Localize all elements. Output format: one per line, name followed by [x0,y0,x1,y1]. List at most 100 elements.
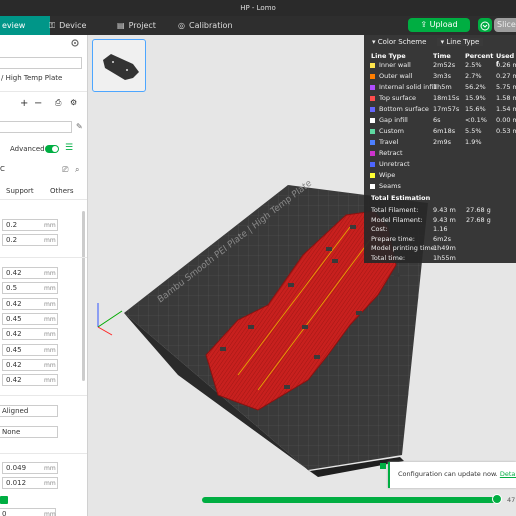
app-window: HP - Lomo eview ⚿ Device ▤ Project ◎ Calibr… [0,0,516,516]
list-icon[interactable]: ☰ [65,143,73,153]
value-field-text: 0.5 [6,284,18,293]
printer-select[interactable] [0,57,82,69]
tab-calibration-label: Calibration [188,21,233,30]
calibration-icon: ◎ [178,21,185,30]
legend-percent: 2.7% [465,72,482,80]
add-icon[interactable]: + [20,98,28,109]
legend-row[interactable]: Retract [364,149,516,160]
scrollbar[interactable] [82,211,85,381]
legend-row[interactable]: Travel 2m9s 1.9% [364,138,516,149]
value-field-text: 0.42 [6,376,22,385]
legend-used: 5.75 m [496,83,516,91]
slice-button[interactable]: Slice [494,18,516,32]
tab-calibration[interactable]: ◎ Calibration [178,16,233,35]
scheme-value: Line Type [446,38,480,46]
divider [0,453,87,454]
tab-support[interactable]: Support [6,187,34,195]
checkbox[interactable] [0,496,8,504]
tab-preview[interactable]: eview [0,16,50,35]
legend-time: 18m15s [433,94,460,102]
legend-row[interactable]: Bottom surface 17m57s 15.6% 1.54 m [364,105,516,116]
tab-device[interactable]: ⚿ Device [49,16,86,35]
value-field-text: 0.2 [6,236,18,244]
legend-name: Retract [379,149,403,157]
legend-row[interactable]: Wipe [364,171,516,182]
legend-percent: 56.2% [465,83,486,91]
filament-select[interactable] [0,121,72,133]
unit-label: mm [44,315,56,323]
legend-name: Seams [379,182,401,190]
unit-label: mm [44,300,56,308]
legend-used: 1.54 m [496,105,516,113]
estimation-value: 1.16 [433,225,448,234]
legend-swatch [370,140,375,145]
legend-row[interactable]: Outer wall 3m3s 2.7% 0.27 m [364,72,516,83]
estimation-key: Prepare time: [371,234,415,243]
seam-position-select[interactable]: Aligned [0,405,58,417]
col-line-type: Line Type [371,52,406,60]
upload-button[interactable]: ⇪ Upload [408,18,470,32]
legend-swatch [370,96,375,101]
estimation-row: Prepare time: 6m2s [371,235,516,245]
value-field-text: 0.012 [6,479,27,487]
unit-label: mm [44,361,56,369]
legend-row[interactable]: Inner wall 2m52s 2.5% 0.26 m [364,61,516,72]
unit-label: mm [44,222,56,229]
color-scheme-label: Color Scheme [377,38,427,46]
left-settings-panel: / High Temp Plate + − ⎙ ⚙ ✎ Advanced ☰ C… [0,35,88,516]
tab-project[interactable]: ▤ Project [117,16,156,35]
estimation-value: 9.43 m [433,206,456,214]
scarf-seam-value: None [2,428,21,436]
sync-icon[interactable]: ⎙ [55,98,61,108]
divider [0,199,87,200]
legend-row[interactable]: Unretract [364,160,516,171]
scheme-select[interactable]: ▾ Line Type [436,38,484,46]
estimation-row: Cost: 1.16 [371,225,516,235]
col-time: Time [433,52,451,60]
save-icon[interactable]: ⎚ [62,165,68,175]
legend-row[interactable]: Gap infill 6s <0.1% 0.00 m [364,116,516,127]
axis-gizmo [97,303,123,336]
advanced-toggle[interactable] [45,145,59,153]
plate-type-value: / High Temp Plate [1,74,63,82]
plate-indicator [380,463,386,469]
settings-icon[interactable]: ⚙ [70,98,77,107]
value-field-text: 0.049 [6,464,27,472]
legend-swatch [370,107,375,112]
legend-row[interactable]: Top surface 18m15s 15.9% 1.58 m [364,94,516,105]
gear-icon[interactable] [70,38,80,48]
col-percent: Percent [465,52,494,60]
scarf-seam-select[interactable]: None [0,426,58,438]
estimation-value: 1h49m [433,244,456,253]
upload-dropdown-button[interactable] [478,18,492,32]
detail-link[interactable]: Detail [500,470,516,478]
unit-label: mm [44,346,56,354]
legend-time: 17m57s [433,105,460,113]
edit-icon[interactable]: ✎ [76,122,83,131]
legend-name: Top surface [379,94,417,102]
legend-row[interactable]: Seams [364,182,516,193]
plate-type-select[interactable]: / High Temp Plate [0,73,82,85]
estimation-value2: 27.68 g [466,206,491,214]
estimation-row: Total Filament: 9.43 m 27.68 g [371,206,516,216]
legend-percent: 2.5% [465,61,482,69]
legend-swatch [370,162,375,167]
device-icon: ⚿ [49,21,56,30]
legend-row[interactable]: Custom 6m18s 5.5% 0.53 m [364,127,516,138]
legend-time: 3m3s [433,72,451,80]
estimation-key: Cost: [371,225,388,234]
unit-label: mm [44,465,56,472]
tab-others[interactable]: Others [50,187,74,195]
legend-name: Bottom surface [379,105,429,113]
layer-slider-track[interactable] [202,497,498,503]
legend-percent: <0.1% [465,116,487,124]
estimation-key: Model printing time: [371,244,437,253]
remove-icon[interactable]: − [34,98,42,109]
search-icon[interactable]: ⌕ [75,165,79,175]
unit-label: mm [44,331,56,339]
legend-name: Wipe [379,171,396,179]
update-notification: Configuration can update now. Detail [388,462,516,488]
layer-slider-handle[interactable] [492,494,502,504]
estimation-key: Total Filament: [371,206,419,214]
legend-row[interactable]: Internal solid infill 1h5m 56.2% 5.75 m [364,83,516,94]
